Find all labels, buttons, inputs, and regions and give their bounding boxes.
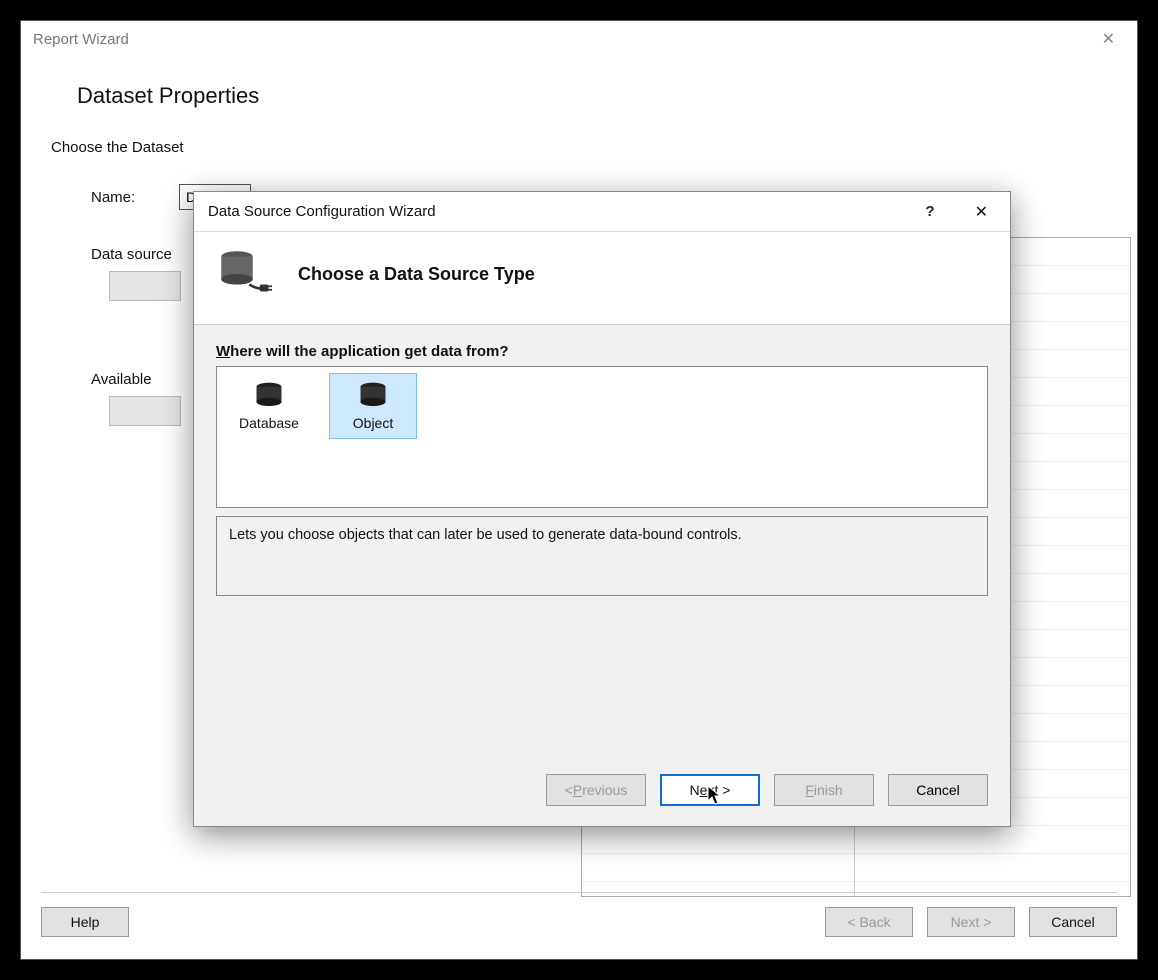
database-icon: [252, 381, 286, 411]
next-button[interactable]: Next >: [660, 774, 760, 806]
option-database-label: Database: [239, 415, 299, 431]
option-database[interactable]: Database: [225, 373, 313, 439]
outer-button-bar: Help < Back Next > Cancel: [41, 892, 1117, 937]
option-object-label: Object: [353, 415, 393, 431]
page-heading: Dataset Properties: [51, 67, 1107, 127]
prompt-underline: W: [216, 343, 230, 360]
datasource-disabled-box: [109, 271, 181, 301]
report-wizard-window: Report Wizard ✕ Dataset Properties Choos…: [20, 20, 1138, 960]
previous-button[interactable]: < Previous: [546, 774, 646, 806]
inner-heading: Choose a Data Source Type: [298, 264, 535, 285]
available-disabled-box: [109, 396, 181, 426]
choose-dataset-label: Choose the Dataset: [51, 127, 1107, 180]
outer-close-button[interactable]: ✕: [1092, 25, 1125, 53]
name-label: Name:: [91, 189, 159, 206]
cancel-button-outer[interactable]: Cancel: [1029, 907, 1117, 937]
database-plug-icon: [216, 246, 272, 302]
outer-title: Report Wizard: [33, 31, 129, 48]
finish-button[interactable]: Finish: [774, 774, 874, 806]
outer-titlebar: Report Wizard ✕: [21, 21, 1137, 57]
inner-button-bar: < Previous Next > Finish Cancel: [194, 760, 1010, 826]
help-icon[interactable]: ?: [925, 203, 934, 220]
back-button[interactable]: < Back: [825, 907, 913, 937]
object-icon: [356, 381, 390, 411]
data-source-wizard-dialog: Data Source Configuration Wizard ? ✕ Cho…: [193, 191, 1011, 827]
option-object[interactable]: Object: [329, 373, 417, 439]
next-button-outer[interactable]: Next >: [927, 907, 1015, 937]
cancel-button[interactable]: Cancel: [888, 774, 988, 806]
prompt-label: Where will the application get data from…: [216, 343, 988, 366]
help-button[interactable]: Help: [41, 907, 129, 937]
datasource-options: Database Object: [216, 366, 988, 508]
inner-titlebar: Data Source Configuration Wizard ? ✕: [194, 192, 1010, 232]
close-icon[interactable]: ✕: [967, 200, 996, 224]
description-box: Lets you choose objects that can later b…: [216, 516, 988, 596]
inner-header: Choose a Data Source Type: [194, 232, 1010, 325]
inner-content: Where will the application get data from…: [194, 325, 1010, 760]
inner-title: Data Source Configuration Wizard: [208, 203, 436, 220]
